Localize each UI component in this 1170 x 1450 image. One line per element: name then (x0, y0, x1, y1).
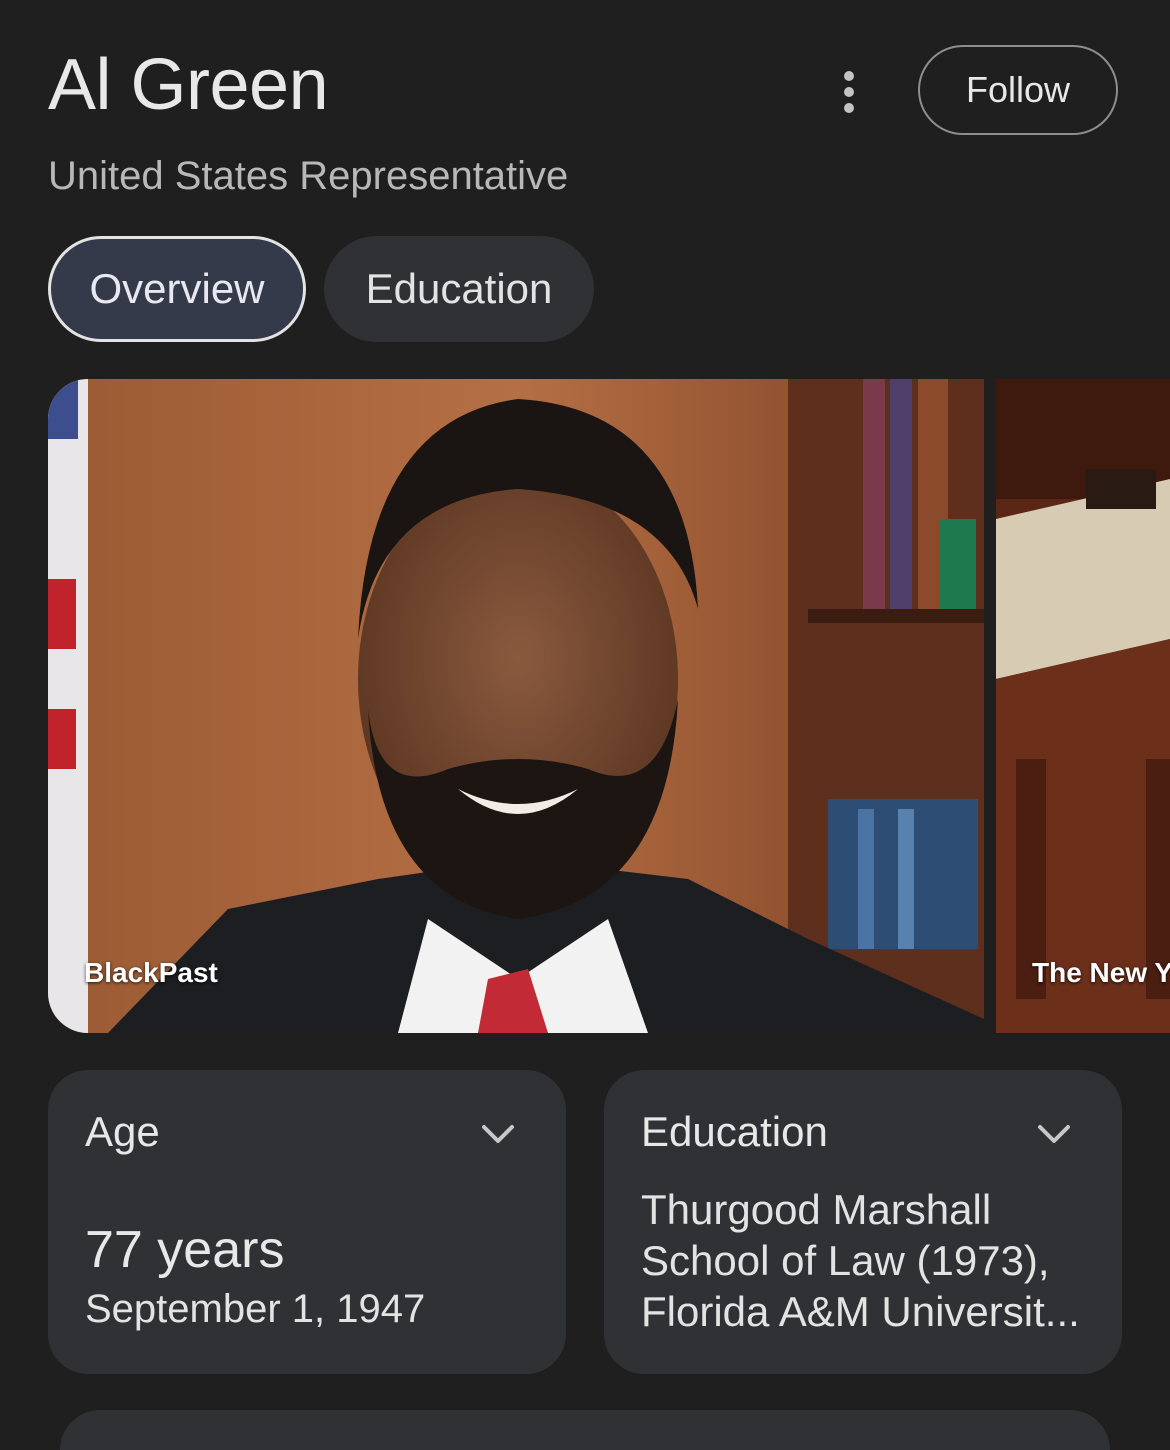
education-label: Education (641, 1108, 828, 1155)
image-source-label-secondary: The New Y (1032, 957, 1170, 988)
next-card-edge (60, 1410, 1110, 1450)
age-label: Age (85, 1108, 160, 1155)
secondary-image[interactable]: The New Y (996, 379, 1170, 1033)
chamber-illustration (996, 379, 1170, 1033)
page-title: Al Green (48, 45, 329, 125)
birth-date: September 1, 1947 (85, 1287, 426, 1331)
age-value: 77 years (85, 1221, 285, 1279)
tab-education[interactable]: Education (324, 236, 594, 342)
education-value: Thurgood Marshall School of Law (1973), … (641, 1186, 1080, 1335)
age-card[interactable]: Age 77 years September 1, 1947 (48, 1070, 566, 1374)
more-options-icon[interactable] (822, 64, 876, 120)
portrait-image[interactable]: BlackPast (48, 379, 984, 1033)
chevron-down-icon[interactable] (1034, 1114, 1074, 1154)
portrait-illustration (48, 379, 984, 1033)
follow-button[interactable]: Follow (918, 45, 1118, 135)
image-source-label: BlackPast (84, 957, 218, 988)
education-card[interactable]: Education Thurgood Marshall School of La… (604, 1070, 1122, 1374)
chevron-down-icon[interactable] (478, 1114, 518, 1154)
page-subtitle: United States Representative (48, 154, 569, 198)
tab-overview[interactable]: Overview (48, 236, 306, 342)
